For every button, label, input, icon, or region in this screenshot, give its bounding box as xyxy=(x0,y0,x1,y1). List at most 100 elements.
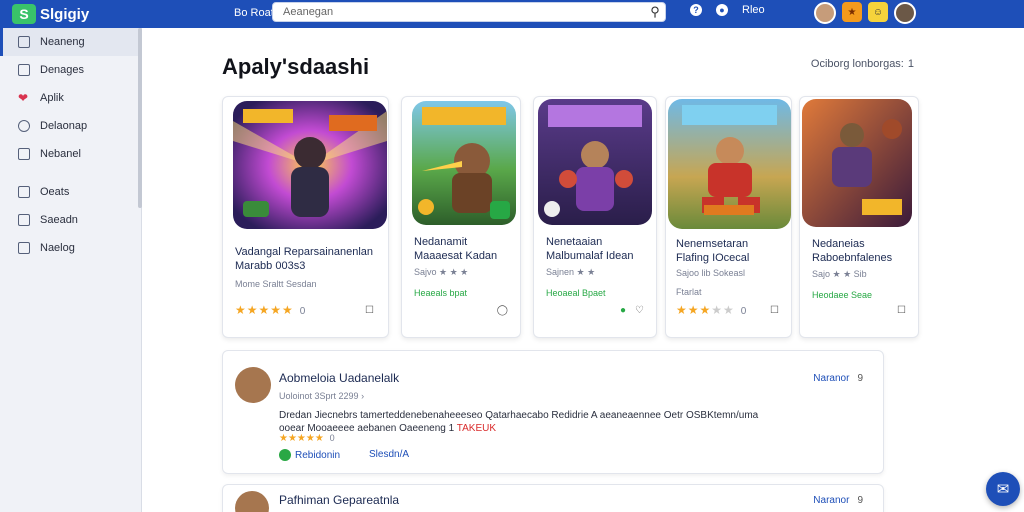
favorite-icon[interactable]: ♡ xyxy=(635,305,644,316)
bookmark-icon[interactable]: ☐ xyxy=(897,305,906,316)
thumbs-up-icon xyxy=(279,449,291,461)
game-card[interactable]: Nenetaaian Malbumalaf Idean Sajnen ★ ★ H… xyxy=(533,96,657,338)
review-text-line1: Dredan Jiecnebrs tamerteddenebenaheeeseo… xyxy=(279,410,759,421)
globe-icon xyxy=(18,120,30,132)
search-bar[interactable]: ⚲ xyxy=(272,2,666,22)
sidebar-item-label: Aplik xyxy=(40,92,64,104)
game-thumbnail[interactable] xyxy=(668,99,791,229)
game-card[interactable]: Vadangal Reparsainanenlan Marabb 003s3 M… xyxy=(222,96,389,338)
chat-icon[interactable]: ◯ xyxy=(497,305,508,316)
review-action-count: 9 xyxy=(857,373,863,384)
top-avatars: ★ ☺ xyxy=(814,2,916,24)
price-label: Heodaee Seae xyxy=(812,290,873,300)
sidebar-item-label: Oeats xyxy=(40,186,70,198)
review-actions[interactable]: Naranor 9 xyxy=(813,495,863,506)
sort-control[interactable]: Ociborg lonborgas: 1 xyxy=(811,58,914,70)
game-category: Nedanamit xyxy=(414,236,468,248)
top-nav-link-label: Bo Roat xyxy=(234,7,274,19)
app-name: Slgigiy xyxy=(40,5,90,23)
game-title[interactable]: Vadangal Reparsainanenlan xyxy=(235,245,373,259)
game-title[interactable]: Raboebnfalenes xyxy=(812,251,892,265)
grid-icon xyxy=(18,36,30,48)
avatar[interactable] xyxy=(235,491,269,512)
chevron-right-icon: › xyxy=(361,391,365,401)
profile-avatar[interactable] xyxy=(894,2,916,24)
game-title[interactable]: Flafing IOcecal xyxy=(676,251,749,265)
game-thumbnail[interactable] xyxy=(412,101,516,225)
game-title[interactable]: Malbumalaf Idean xyxy=(546,249,633,263)
game-thumbnail[interactable] xyxy=(538,99,652,225)
sort-value: 1 xyxy=(907,58,914,70)
review-action-count: 9 xyxy=(857,495,863,506)
sidebar-item-label: Saeadn xyxy=(40,214,78,226)
sidebar-item-home[interactable]: Neaneng xyxy=(0,28,141,56)
top-actions: ? ● Rleo xyxy=(690,4,765,16)
reviewer-name[interactable]: Pafhiman Gepareatnla xyxy=(279,493,399,507)
review-highlight: TAKEUK xyxy=(456,423,497,434)
game-art-image xyxy=(668,99,791,229)
calendar-icon xyxy=(18,186,30,198)
sidebar-item-label: Delaonap xyxy=(40,120,88,132)
game-art-image xyxy=(538,99,652,225)
help-icon[interactable]: ● xyxy=(716,4,728,16)
game-thumbnail[interactable] xyxy=(802,99,912,227)
search-icon[interactable]: ⚲ xyxy=(645,4,665,20)
achievement-badge-icon[interactable]: ★ xyxy=(842,2,862,22)
game-tag: Ftarlat xyxy=(676,287,702,297)
sidebar-item-events[interactable]: Oeats xyxy=(0,178,141,206)
user-avatar[interactable] xyxy=(814,2,836,24)
sidebar-item-label: Nebanel xyxy=(40,148,81,160)
star-rating: ★★★★★ 0 xyxy=(235,303,306,317)
top-bar: S Slgigiy Bo Roat ⚲ ? ● Rleo ★ ☺ xyxy=(0,0,1024,28)
game-art-image xyxy=(233,101,387,229)
brand[interactable]: S Slgigiy xyxy=(12,4,212,24)
review-action-label: Naranor xyxy=(813,373,850,384)
review-meta: Uoloinot 3Sprt 2299 › xyxy=(279,391,364,401)
game-meta: Sajoo lib Sokeasl xyxy=(676,268,746,278)
reply-button[interactable]: Rebidonin xyxy=(279,449,340,461)
bookmark-icon[interactable]: ☐ xyxy=(365,305,374,316)
sidebar-item-favorites[interactable]: ❤ Aplik xyxy=(0,84,141,112)
sidebar-item-label: Denages xyxy=(40,64,85,76)
game-meta: Sajvo ★ ★ ★ xyxy=(414,267,469,277)
share-button[interactable]: Slesdn/A xyxy=(369,449,409,460)
game-thumbnail[interactable] xyxy=(233,101,387,229)
game-card[interactable]: Nedaneias Raboebnfalenes Sajo ★ ★ Sib He… xyxy=(799,96,919,338)
review-rating-count: 0 xyxy=(329,433,335,443)
game-meta: Sajnen ★ ★ xyxy=(546,267,596,277)
search-input[interactable] xyxy=(273,3,645,21)
review-meta-text: Uoloinot 3Sprt 2299 xyxy=(279,391,359,401)
sidebar: Neaneng Denages ❤ Aplik Delaonap Nebanel… xyxy=(0,28,142,512)
game-card[interactable]: Nedanamit Maaaesat Kadan Sajvo ★ ★ ★ Hea… xyxy=(401,96,521,338)
sidebar-item-settings[interactable]: Naelog xyxy=(0,234,141,262)
notifications-icon[interactable]: ? xyxy=(690,4,702,16)
sidebar-item-library[interactable]: Nebanel xyxy=(0,140,141,168)
sidebar-item-guides[interactable]: Saeadn xyxy=(0,206,141,234)
verified-icon: ● xyxy=(619,305,626,316)
game-title[interactable]: Maaaesat Kadan xyxy=(414,249,497,263)
reviewer-name[interactable]: Aobmeloia Uadanelalk xyxy=(279,371,399,385)
avatar[interactable] xyxy=(235,367,271,403)
book-icon xyxy=(18,214,30,226)
top-user-link[interactable]: Rleo xyxy=(742,4,765,16)
bookmark-icon[interactable]: ☐ xyxy=(770,305,779,316)
main-content: Apaly'sdaashi Ociborg lonborgas: 1 Vadan… xyxy=(142,28,1024,512)
sidebar-item-apps[interactable]: Denages xyxy=(0,56,141,84)
game-art-image xyxy=(412,101,516,225)
price-label: Heoaeal Bpaet xyxy=(546,288,606,298)
star-rating: ★★★★★ 0 xyxy=(676,303,747,317)
page-title: Apaly'sdaashi xyxy=(222,54,370,79)
sort-label: Ociborg lonborgas: xyxy=(810,58,904,70)
game-card[interactable]: Nenemsetaran Flafing IOcecal Sajoo lib S… xyxy=(665,96,792,338)
lock-icon xyxy=(18,242,30,254)
sidebar-item-explore[interactable]: Delaonap xyxy=(0,112,141,140)
game-category: Nenemsetaran xyxy=(676,238,749,250)
app-logo-icon: S xyxy=(12,4,36,24)
chat-fab-button[interactable]: ✉ xyxy=(986,472,1020,506)
review-action-label: Naranor xyxy=(813,495,850,506)
game-art-image xyxy=(802,99,912,227)
review-actions[interactable]: Naranor 9 xyxy=(813,373,863,384)
review-item: Aobmeloia Uadanelalk Uoloinot 3Sprt 2299… xyxy=(222,350,884,474)
game-category: Nenetaaian xyxy=(546,236,603,248)
emoji-badge-icon[interactable]: ☺ xyxy=(868,2,888,22)
